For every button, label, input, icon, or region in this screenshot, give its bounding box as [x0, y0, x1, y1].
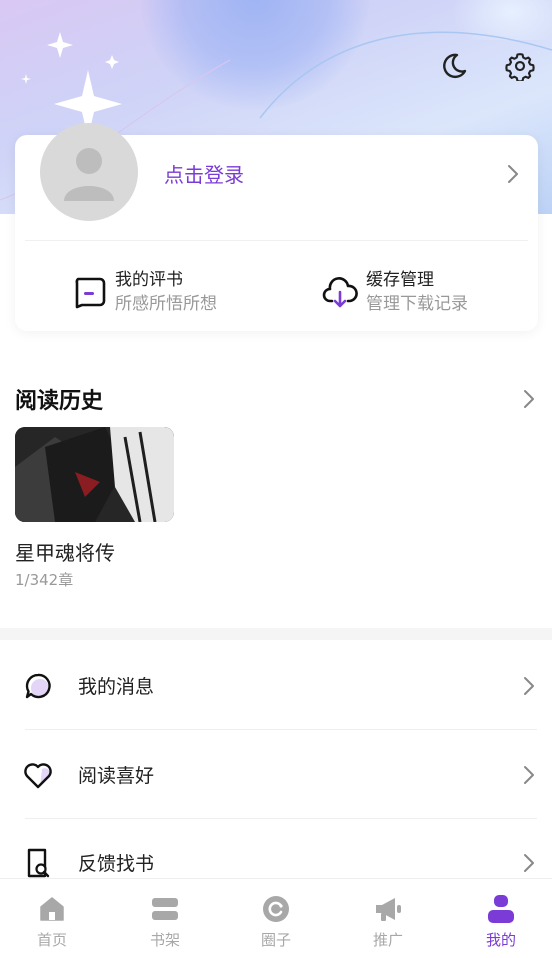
divider	[25, 240, 528, 241]
menu-label: 反馈找书	[78, 853, 155, 875]
section-separator	[0, 628, 552, 640]
user-placeholder-icon	[64, 148, 114, 201]
search-document-icon	[22, 847, 54, 879]
nav-tab-profile[interactable]: 我的	[461, 893, 541, 950]
nav-label: 推广	[372, 931, 403, 949]
shortcut-title: 我的评书	[115, 270, 183, 290]
message-bubble-icon	[22, 670, 54, 702]
profile-card: 点击登录 我的评书 所感所悟所想 缓存管理 管理下载记录	[15, 123, 538, 331]
book-progress: 1/342章	[15, 571, 74, 589]
nav-tab-bookshelf[interactable]: 书架	[125, 893, 205, 950]
chevron-right-icon[interactable]	[506, 163, 520, 185]
chevron-right-icon	[524, 676, 534, 695]
nav-tab-promote[interactable]: 推广	[348, 893, 428, 950]
avatar[interactable]	[40, 123, 138, 221]
menu-item-reading-preferences[interactable]: 阅读喜好	[0, 730, 552, 819]
megaphone-icon	[372, 893, 404, 925]
shortcut-subtitle: 管理下载记录	[366, 294, 468, 314]
moon-icon	[443, 53, 467, 78]
section-title: 阅读历史	[15, 389, 104, 414]
nav-label: 首页	[36, 931, 67, 949]
nav-label: 我的	[485, 931, 516, 949]
nav-tab-circle[interactable]: 圈子	[236, 893, 316, 950]
bookshelf-icon	[149, 893, 181, 925]
menu-label: 我的消息	[78, 676, 155, 698]
book-cover[interactable]	[15, 427, 174, 522]
profile-icon	[485, 893, 517, 925]
login-link[interactable]: 点击登录	[164, 159, 244, 188]
night-mode-button[interactable]	[436, 48, 472, 84]
heart-icon	[22, 759, 54, 791]
shortcut-title: 缓存管理	[366, 270, 434, 290]
comment-box-icon	[71, 274, 107, 310]
menu-item-messages[interactable]: 我的消息	[0, 641, 552, 730]
cover-artwork	[15, 427, 174, 522]
gear-icon	[505, 53, 535, 81]
chevron-right-icon[interactable]	[522, 388, 536, 410]
my-reviews-button[interactable]: 我的评书 所感所悟所想	[71, 268, 217, 316]
chevron-right-icon	[524, 765, 534, 784]
cloud-download-icon	[322, 274, 358, 310]
nav-tab-home[interactable]: 首页	[12, 893, 92, 950]
chevron-right-icon	[524, 853, 534, 872]
home-icon	[36, 893, 68, 925]
nav-label: 书架	[149, 931, 180, 949]
book-title[interactable]: 星甲魂将传	[15, 537, 115, 566]
circle-icon	[260, 893, 292, 925]
shortcut-subtitle: 所感所悟所想	[115, 294, 217, 314]
bottom-nav: 首页 书架 圈子 推广 我的	[0, 878, 552, 958]
settings-button[interactable]	[502, 48, 538, 84]
menu-label: 阅读喜好	[78, 765, 155, 787]
nav-label: 圈子	[260, 931, 291, 949]
cache-management-button[interactable]: 缓存管理 管理下载记录	[322, 268, 468, 316]
